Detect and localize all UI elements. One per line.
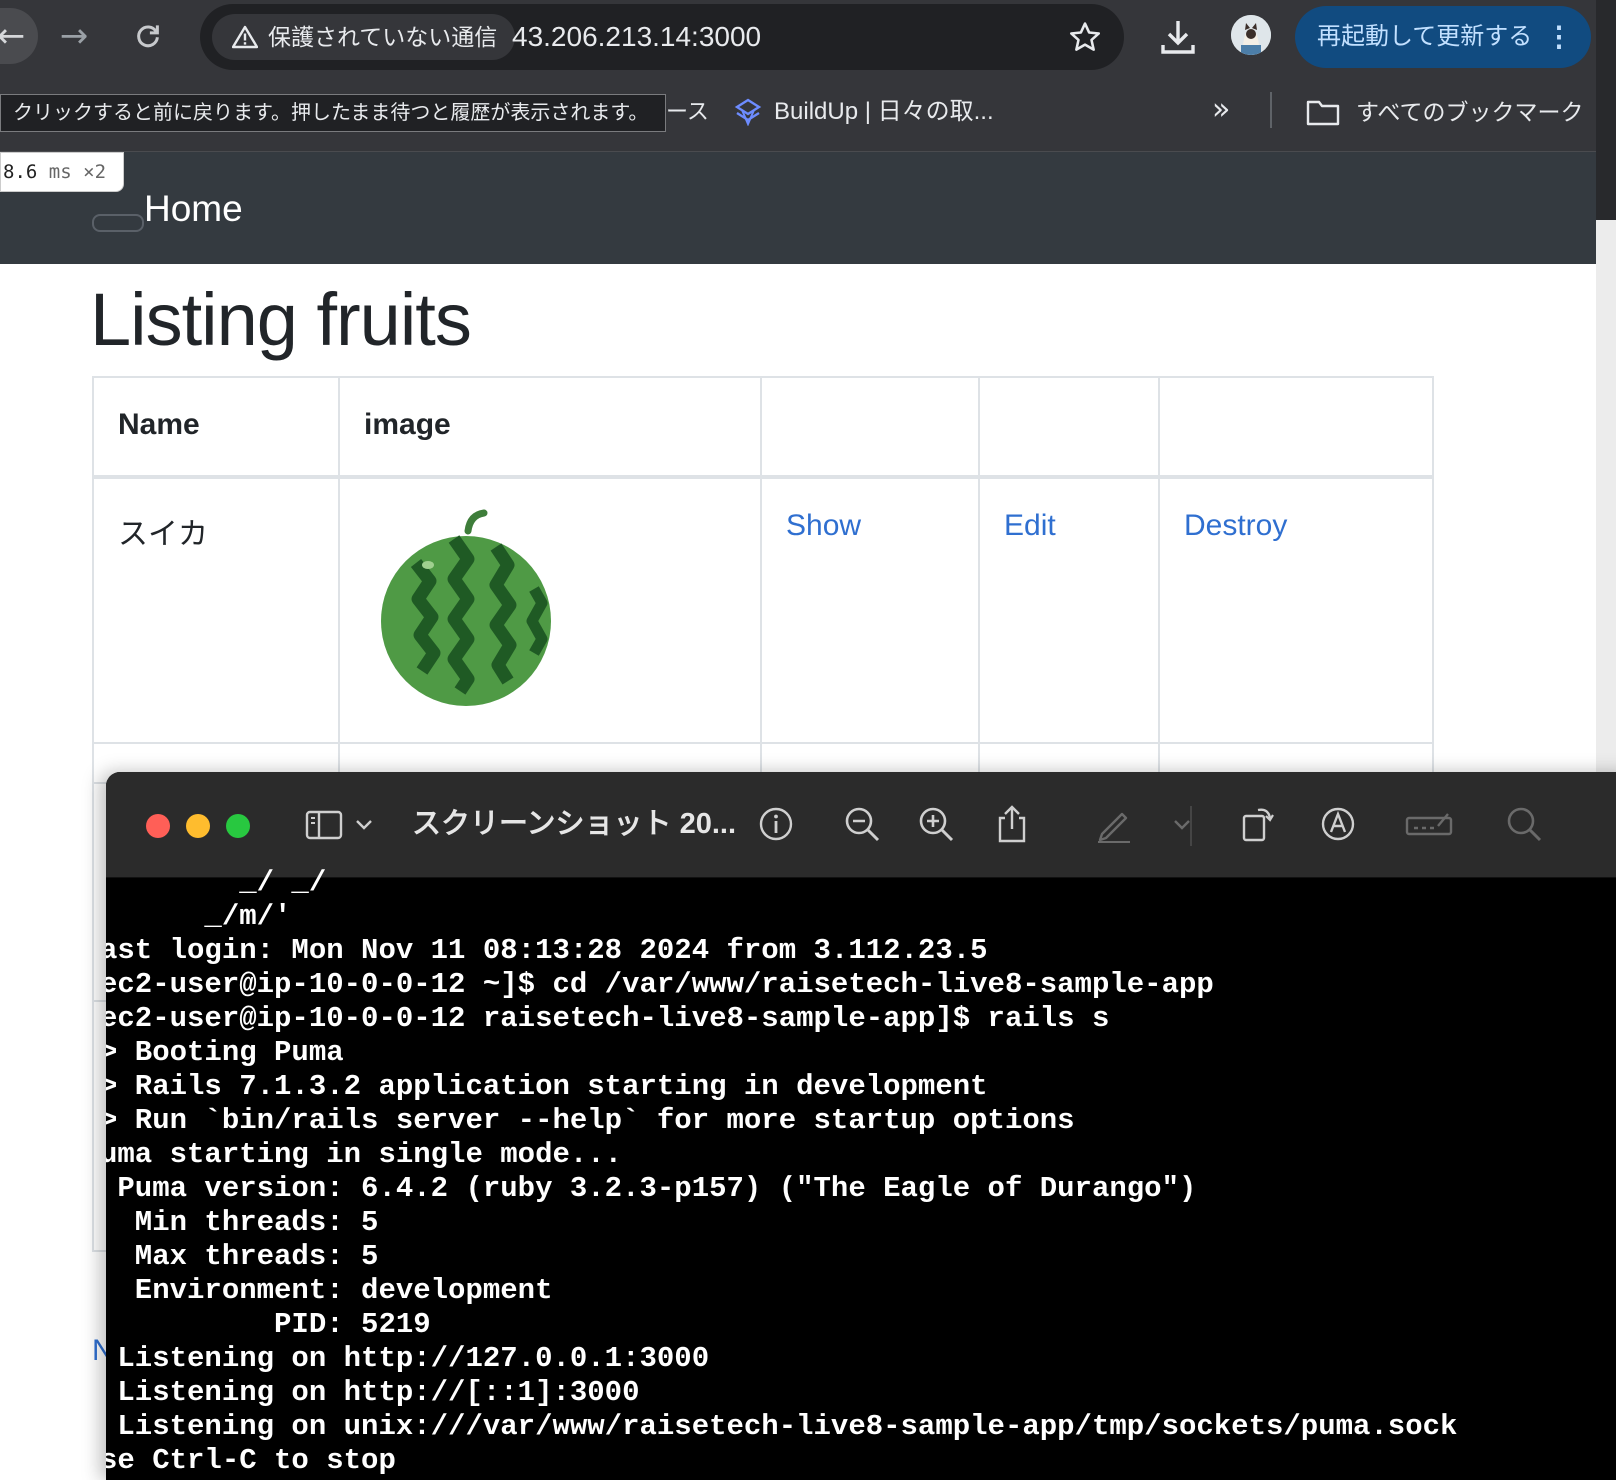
edit-link[interactable]: Edit (1004, 509, 1056, 542)
all-bookmarks-label: すべてのブックマーク (1356, 99, 1584, 125)
forward-button[interactable]: → (48, 8, 100, 64)
table-border (92, 1000, 106, 1002)
terminal-line: Puma version: 6.4.2 (ruby 3.2.3-p157) ("… (106, 1172, 1197, 1205)
edit-cell: Edit (978, 476, 1160, 744)
terminal-line: Environment: development (106, 1274, 553, 1307)
chevron-down-icon[interactable] (352, 804, 376, 844)
reload-button[interactable] (122, 8, 174, 64)
arrow-right-icon: → (59, 16, 89, 56)
show-cell: Show (760, 476, 980, 744)
bookmark-partial[interactable]: ース (666, 94, 709, 130)
terminal-line: Min threads: 5 (106, 1206, 379, 1239)
terminal-line: _/m/' (106, 900, 292, 933)
terminal-line: se Ctrl-C to stop (106, 1444, 396, 1477)
sidebar-icon[interactable] (304, 804, 344, 844)
fruit-name: スイカ (92, 476, 340, 744)
folder-icon (1306, 100, 1340, 126)
arrow-left-icon: ← (0, 16, 26, 56)
back-button-tooltip: クリックすると前に戻ります。押したまま待つと履歴が表示されます。 (0, 94, 666, 132)
maximize-window-button[interactable] (226, 814, 250, 838)
destroy-link[interactable]: Destroy (1184, 509, 1287, 542)
preview-toolbar: スクリーンショット 20... (106, 772, 1616, 878)
bookmarks-divider (1270, 92, 1272, 128)
preview-title: スクリーンショット 20... (412, 808, 737, 840)
terminal-line: uma starting in single mode... (106, 1138, 623, 1171)
url-text[interactable]: 43.206.213.14:3000 (512, 4, 761, 70)
perf-count: ×2 (83, 161, 107, 183)
terminal-line: ec2-user@ip-10-0-0-12 raisetech-live8-sa… (106, 1002, 1110, 1035)
column-header-empty (760, 376, 980, 479)
more-vert-icon[interactable]: ⋮ (1545, 6, 1573, 68)
all-bookmarks-button[interactable]: すべてのブックマーク (1306, 94, 1583, 130)
show-link[interactable]: Show (786, 509, 861, 542)
zoom-out-icon[interactable] (842, 804, 882, 844)
search-icon[interactable] (1504, 804, 1544, 844)
buildup-logo-icon (734, 98, 762, 126)
table-border (92, 1250, 106, 1252)
nav-home-link[interactable]: Home (144, 186, 243, 232)
window-edge-dark (1596, 0, 1616, 220)
terminal-line: Listening on unix:///var/www/raisetech-l… (106, 1410, 1458, 1443)
back-button[interactable]: ← (0, 8, 38, 64)
zoom-in-icon[interactable] (916, 804, 956, 844)
form-fill-icon[interactable] (1404, 804, 1454, 844)
terminal-line: Listening on http://127.0.0.1:3000 (106, 1342, 710, 1375)
browser-toolbar: ← → 保護されていない通信 43.206.213.14:3000 再起動して更… (0, 0, 1616, 74)
terminal-line: _/ _/ (106, 866, 327, 899)
share-icon[interactable] (992, 804, 1032, 844)
bookmark-buildup[interactable]: BuildUp | 日々の取... (734, 94, 994, 130)
terminal-line: > Booting Puma (106, 1036, 344, 1069)
table-border (92, 770, 94, 1252)
cat-avatar-icon (1231, 15, 1271, 55)
info-icon[interactable] (756, 804, 796, 844)
table-header-row: Name image (92, 376, 1434, 479)
fruit-image-cell (338, 476, 762, 744)
star-icon[interactable] (1068, 20, 1102, 54)
destroy-cell: Destroy (1158, 476, 1434, 744)
warning-icon (232, 25, 258, 49)
page-title: Listing fruits (90, 278, 472, 361)
rotate-icon[interactable] (1238, 804, 1278, 844)
navbar-toggler[interactable] (92, 214, 144, 232)
reload-icon (137, 25, 159, 48)
download-icon[interactable] (1158, 18, 1198, 56)
terminal-line: Max threads: 5 (106, 1240, 379, 1273)
terminal-line: > Rails 7.1.3.2 application starting in … (106, 1070, 988, 1103)
minimize-window-button[interactable] (186, 814, 210, 838)
perf-unit: ms (48, 161, 72, 183)
markup-icon[interactable] (1318, 804, 1358, 844)
terminal-line: PID: 5219 (106, 1308, 431, 1341)
terminal-line: ast login: Mon Nov 11 08:13:28 2024 from… (106, 934, 988, 967)
security-label: 保護されていない通信 (268, 24, 498, 50)
chevron-double-right-icon[interactable]: » (1212, 92, 1230, 127)
column-header-empty (978, 376, 1160, 479)
perf-badge[interactable]: 8.6 ms ×2 (0, 152, 124, 192)
table-row: スイカ Show Edit Destroy (92, 476, 1434, 744)
column-header-empty (1158, 376, 1434, 479)
terminal-line: Listening on http://[::1]:3000 (106, 1376, 640, 1409)
chevron-down-icon[interactable] (1170, 804, 1194, 844)
markup-pen-icon[interactable] (1094, 804, 1134, 844)
bookmark-buildup-label: BuildUp | 日々の取... (774, 98, 994, 125)
terminal-screenshot: _/ _/ _/m/' ast login: Mon Nov 11 08:13:… (106, 866, 1616, 1480)
close-window-button[interactable] (146, 814, 170, 838)
terminal-line: > Run `bin/rails server --help` for more… (106, 1104, 1075, 1137)
fruits-table: Name image スイカ Show Edit Destroy (92, 376, 1434, 784)
perf-value: 8.6 (3, 161, 38, 183)
security-chip[interactable]: 保護されていない通信 (212, 14, 516, 60)
update-label: 再起動して更新する (1317, 23, 1533, 50)
relaunch-update-button[interactable]: 再起動して更新する ⋮ (1295, 6, 1591, 68)
profile-avatar[interactable] (1231, 15, 1271, 55)
watermelon-image (381, 509, 551, 706)
column-header-image: image (338, 376, 762, 479)
address-bar[interactable]: 保護されていない通信 43.206.213.14:3000 (200, 4, 1124, 70)
preview-window: スクリーンショット 20... _/ _/ _/m/' ast login: M… (106, 772, 1616, 1480)
column-header-name: Name (92, 376, 340, 479)
terminal-line: ec2-user@ip-10-0-0-12 ~]$ cd /var/www/ra… (106, 968, 1214, 1001)
